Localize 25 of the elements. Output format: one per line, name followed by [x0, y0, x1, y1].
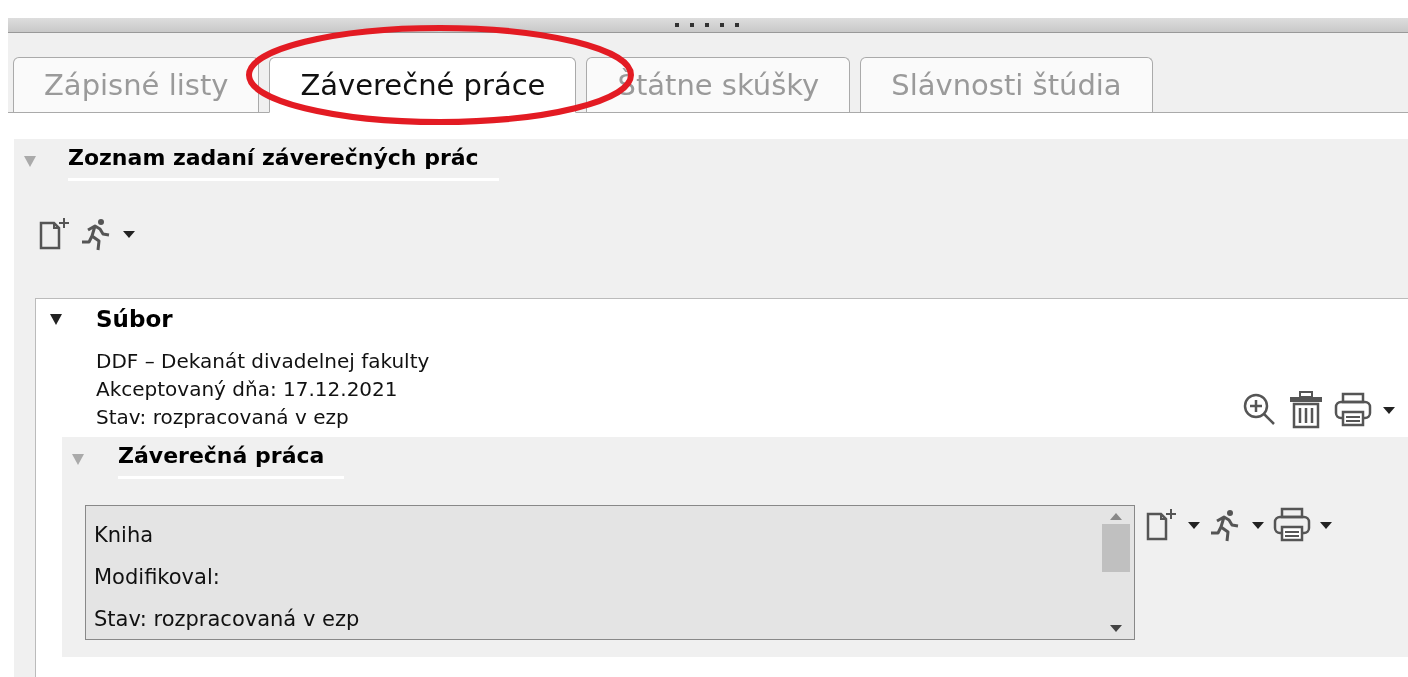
scroll-down-icon[interactable]: [1109, 624, 1123, 633]
file-title: Súbor: [96, 306, 173, 332]
trash-icon[interactable]: [1288, 391, 1324, 429]
list-item[interactable]: Modifikoval:: [94, 556, 1090, 598]
section-title: Zoznam zadaní záverečných prác: [68, 141, 499, 181]
info-line: Akceptovaný dňa: 17.12.2021: [96, 376, 399, 403]
collapse-triangle-icon[interactable]: [48, 311, 64, 327]
scrollbar-thumb[interactable]: [1102, 523, 1130, 572]
tab[interactable]: Záverečné práce: [269, 57, 577, 113]
list-item[interactable]: Stav: rozpracovaná v ezp: [94, 598, 1090, 640]
caret-icon[interactable]: [1319, 520, 1333, 530]
thesis-list[interactable]: Kniha Modifikoval: Stav: rozpracovaná v ezp: [85, 505, 1135, 640]
new-document-icon[interactable]: [38, 217, 72, 251]
info-line: DDF – Dekanát divadelnej fakulty: [96, 348, 430, 375]
list-item[interactable]: Kniha: [94, 514, 1090, 556]
thesis-title: Záverečná práca: [118, 439, 345, 479]
caret-icon[interactable]: [1187, 520, 1201, 530]
info-line: Stav: rozpracovaná v ezp: [96, 404, 350, 431]
printer-icon[interactable]: [1334, 392, 1372, 428]
new-document-icon[interactable]: [1145, 508, 1179, 542]
printer-icon[interactable]: [1273, 507, 1311, 543]
caret-icon[interactable]: [1251, 520, 1265, 530]
caret-icon[interactable]: [122, 229, 136, 239]
caret-icon[interactable]: [1382, 405, 1396, 415]
scroll-up-icon[interactable]: [1109, 512, 1123, 521]
